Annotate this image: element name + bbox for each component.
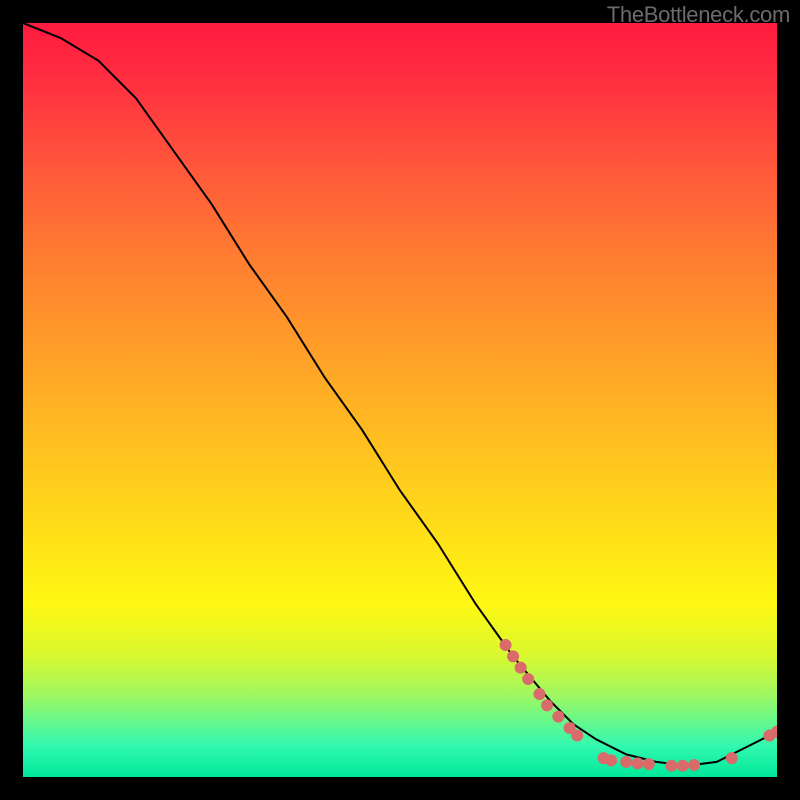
chart-canvas: TheBottleneck.com xyxy=(0,0,800,800)
data-marker xyxy=(571,730,583,742)
data-marker xyxy=(677,760,689,772)
data-marker xyxy=(515,662,527,674)
plot-svg xyxy=(23,23,777,777)
data-marker xyxy=(500,639,512,651)
data-marker xyxy=(533,688,545,700)
data-marker xyxy=(605,754,617,766)
data-marker xyxy=(665,760,677,772)
data-marker xyxy=(632,757,644,769)
curve-line xyxy=(23,23,777,766)
data-marker xyxy=(522,673,534,685)
data-marker xyxy=(507,650,519,662)
data-marker xyxy=(552,711,564,723)
data-marker xyxy=(643,758,655,770)
data-marker xyxy=(688,759,700,771)
data-marker xyxy=(726,752,738,764)
data-marker xyxy=(541,699,553,711)
attribution-text: TheBottleneck.com xyxy=(607,2,790,28)
data-marker xyxy=(620,756,632,768)
